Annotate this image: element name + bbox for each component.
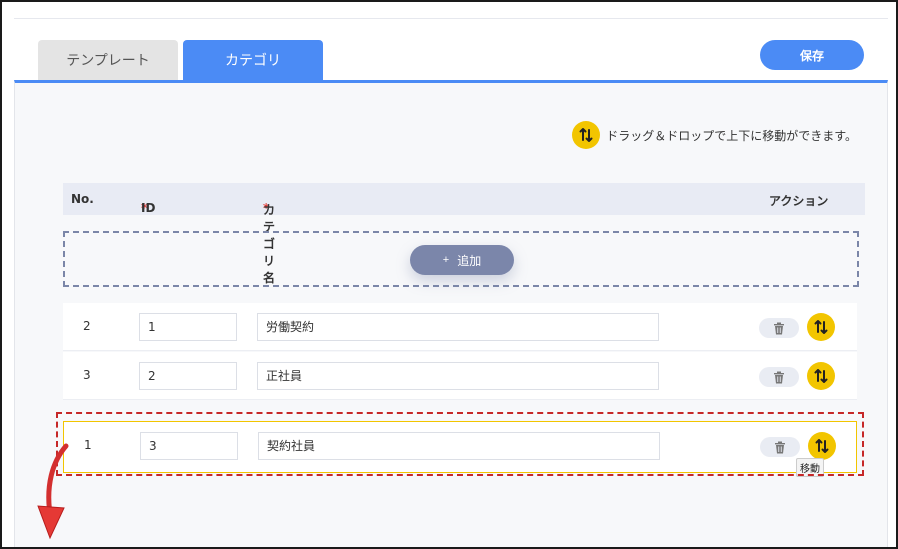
add-button-label: 追加 — [457, 253, 482, 268]
drag-handle-icon[interactable] — [807, 313, 835, 341]
delete-button[interactable] — [759, 318, 799, 338]
table-row: 3 2 正社員 — [63, 352, 857, 400]
save-button[interactable]: 保存 — [760, 40, 864, 70]
category-name-input[interactable]: 契約社員 — [258, 432, 660, 460]
drag-handle-icon[interactable] — [807, 362, 835, 390]
app-window: テンプレート カテゴリ 保存 ドラッグ＆ドロップで上下に移動ができます。 No.… — [0, 0, 898, 549]
tab-category[interactable]: カテゴリ — [183, 40, 323, 80]
table-row-dragging[interactable]: 1 3 契約社員 — [63, 421, 857, 473]
add-drop-zone: + 追加 — [63, 231, 859, 287]
row-number: 2 — [83, 319, 91, 333]
delete-button[interactable] — [760, 437, 800, 457]
top-divider — [14, 18, 888, 19]
drag-sort-icon — [572, 121, 601, 149]
move-tooltip: 移動 — [796, 458, 824, 477]
header-no: No. — [71, 192, 94, 206]
add-button[interactable]: + 追加 — [410, 245, 514, 275]
table-row: 2 1 労働契約 — [63, 303, 857, 351]
category-panel: ドラッグ＆ドロップで上下に移動ができます。 No. * ID * カテゴリ名 アクシ… — [14, 80, 888, 547]
header-action: アクション — [769, 194, 829, 208]
delete-button[interactable] — [759, 367, 799, 387]
table-header: No. * ID * カテゴリ名 アクション — [63, 183, 865, 285]
trash-icon — [774, 371, 784, 383]
drag-hint: ドラッグ＆ドロップで上下に移動ができます。 — [572, 121, 857, 149]
id-input[interactable]: 3 — [140, 432, 238, 460]
row-number: 3 — [83, 368, 91, 382]
tab-template[interactable]: テンプレート — [38, 40, 178, 80]
row-number: 1 — [84, 438, 92, 452]
trash-icon — [775, 441, 785, 453]
id-input[interactable]: 1 — [139, 313, 237, 341]
drag-handle-icon[interactable] — [808, 432, 836, 460]
category-name-input[interactable]: 労働契約 — [257, 313, 659, 341]
trash-icon — [774, 322, 784, 334]
drag-hint-text: ドラッグ＆ドロップで上下に移動ができます。 — [606, 128, 857, 143]
category-name-input[interactable]: 正社員 — [257, 362, 659, 390]
id-input[interactable]: 2 — [139, 362, 237, 390]
plus-icon: + — [442, 254, 450, 266]
curved-arrow-down-icon — [37, 443, 69, 540]
